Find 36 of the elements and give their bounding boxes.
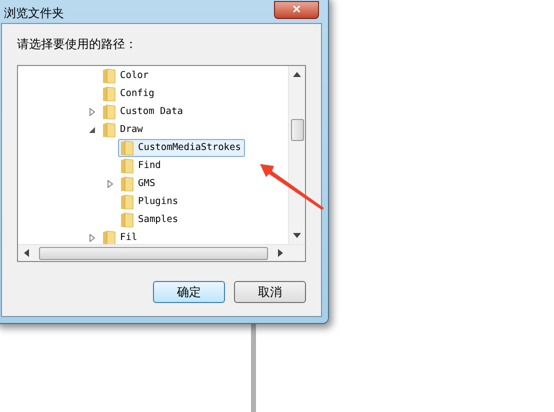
folder-item[interactable]: Draw — [100, 121, 147, 139]
folder-item[interactable]: Samples — [118, 211, 182, 229]
scrollbar-thumb[interactable] — [39, 246, 268, 260]
dialog-button[interactable]: 取消 — [234, 281, 306, 303]
folder-icon — [102, 230, 116, 246]
scroll-right-arrow-icon[interactable] — [278, 249, 283, 257]
scroll-down-arrow-icon[interactable] — [293, 233, 301, 238]
folder-item[interactable]: Custom Data — [100, 103, 187, 121]
folder-item[interactable]: Color — [100, 67, 153, 85]
folder-item[interactable]: GMS — [118, 175, 160, 193]
folder-item[interactable]: Plugins — [118, 193, 182, 211]
prompt-text: 请选择要使用的路径： — [17, 36, 138, 53]
folder-item[interactable]: Fil — [100, 229, 142, 247]
folder-item[interactable]: Find — [118, 157, 165, 175]
folder-icon — [120, 194, 134, 210]
folder-item[interactable]: Config — [100, 85, 158, 103]
horizontal-scrollbar[interactable] — [18, 244, 305, 261]
collapsed-triangle-icon[interactable] — [88, 234, 96, 242]
collapsed-triangle-icon[interactable] — [88, 108, 96, 116]
folder-icon — [102, 122, 116, 138]
expanded-triangle-icon[interactable] — [88, 126, 96, 134]
folder-icon — [120, 140, 134, 156]
scroll-up-arrow-icon[interactable] — [293, 72, 301, 77]
folder-icon — [120, 158, 134, 174]
folder-icon — [102, 68, 116, 84]
folder-icon — [102, 86, 116, 102]
folder-icon — [120, 176, 134, 192]
folder-icon — [102, 104, 116, 120]
vertical-scrollbar[interactable] — [288, 66, 305, 244]
folder-icon — [120, 212, 134, 228]
dialog-button[interactable]: 确定 — [153, 281, 225, 303]
scrollbar-thumb[interactable] — [290, 119, 304, 141]
folder-item[interactable]: CustomMediaStrokes — [118, 139, 245, 157]
window-title: 浏览文件夹 — [4, 5, 64, 22]
collapsed-triangle-icon[interactable] — [106, 180, 114, 188]
scroll-left-arrow-icon[interactable] — [24, 249, 29, 257]
